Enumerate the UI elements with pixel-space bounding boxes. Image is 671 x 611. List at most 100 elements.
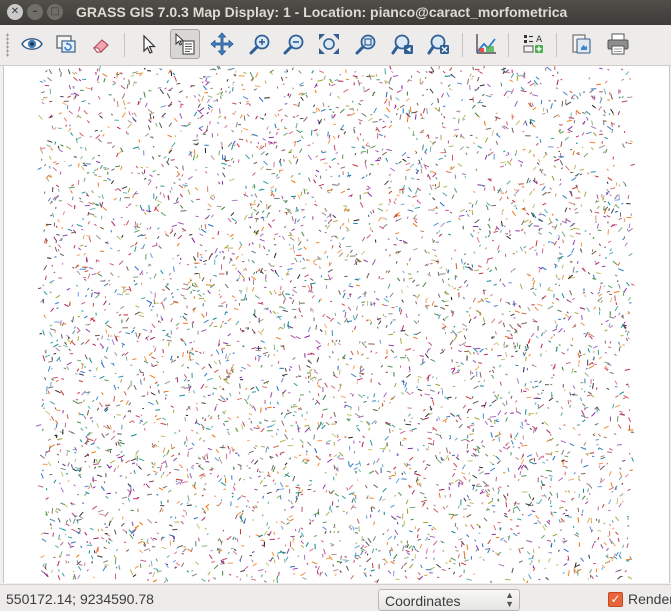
- stream-segment: [486, 280, 492, 282]
- stream-segment: [264, 113, 267, 116]
- stream-segment: [525, 419, 527, 423]
- stream-segment: [373, 107, 378, 114]
- stream-segment: [180, 210, 187, 212]
- stream-segment: [408, 277, 413, 280]
- close-icon: ✕: [10, 6, 20, 17]
- stream-segment: [322, 102, 325, 107]
- overlay-button[interactable]: A: [518, 29, 548, 59]
- stream-segment: [605, 192, 609, 196]
- stream-segment: [82, 217, 84, 221]
- stream-segment: [531, 504, 534, 506]
- stream-segment: [331, 157, 336, 162]
- toolbar-grip[interactable]: [6, 33, 9, 57]
- analyze-button[interactable]: [471, 29, 501, 59]
- stream-segment: [414, 150, 417, 153]
- stream-segment: [198, 93, 201, 97]
- zoom-menu-button[interactable]: [388, 29, 418, 59]
- stream-segment: [60, 72, 62, 77]
- stream-segment: [542, 202, 547, 206]
- stream-segment: [607, 201, 611, 206]
- stream-segment: [429, 88, 434, 94]
- minimize-window-button[interactable]: –: [27, 4, 43, 20]
- stream-segment: [262, 495, 264, 499]
- stream-segment: [301, 231, 305, 237]
- maximize-window-button[interactable]: □: [47, 4, 63, 20]
- zoom-in-button[interactable]: [245, 29, 275, 59]
- erase-display-button[interactable]: [86, 29, 116, 59]
- stream-segment: [201, 402, 206, 404]
- stream-segment: [385, 324, 388, 328]
- stream-segment: [187, 451, 189, 457]
- stream-segment: [198, 456, 200, 460]
- stream-segment: [425, 70, 428, 74]
- stream-segment: [78, 79, 82, 82]
- stream-segment: [102, 206, 108, 211]
- stream-segment: [598, 307, 601, 312]
- zoom-back-button[interactable]: [351, 29, 381, 59]
- stream-segment: [422, 282, 427, 288]
- stream-segment: [320, 275, 323, 278]
- stream-segment: [378, 320, 382, 325]
- stream-segment: [277, 113, 280, 117]
- stream-segment: [448, 145, 454, 148]
- stream-segment: [265, 152, 269, 156]
- stream-segment: [594, 406, 598, 410]
- render-map-button[interactable]: [51, 29, 81, 59]
- stream-segment: [179, 204, 184, 209]
- stream-segment: [588, 332, 590, 338]
- zoom-extent-button[interactable]: [314, 29, 344, 59]
- stream-segment: [531, 560, 533, 563]
- stream-segment: [284, 429, 287, 433]
- stream-segment: [248, 102, 252, 107]
- stream-segment: [384, 101, 387, 104]
- stream-segment: [258, 356, 260, 362]
- stream-segment: [134, 221, 137, 226]
- stream-segment: [300, 84, 304, 87]
- display-map-button[interactable]: [17, 29, 47, 59]
- zoom-out-button[interactable]: [279, 29, 309, 59]
- zoom-region-button[interactable]: [424, 29, 454, 59]
- stream-segment: [620, 202, 624, 205]
- stream-segment: [201, 81, 204, 84]
- query-button[interactable]: [170, 29, 200, 59]
- stream-segment: [615, 531, 619, 535]
- stream-segment: [306, 365, 311, 369]
- stream-segment: [297, 194, 301, 200]
- stream-segment: [216, 72, 218, 75]
- stream-segment: [585, 416, 589, 419]
- print-button[interactable]: [603, 29, 633, 59]
- close-window-button[interactable]: ✕: [7, 4, 23, 20]
- stream-segment: [161, 546, 167, 550]
- stream-segment: [217, 173, 219, 176]
- stream-segment: [147, 538, 149, 542]
- stream-segment: [532, 565, 535, 569]
- stream-segment: [248, 277, 251, 281]
- stream-segment: [325, 489, 328, 493]
- stream-segment: [107, 448, 113, 451]
- stream-segment: [532, 291, 537, 297]
- stream-segment: [554, 283, 557, 286]
- title-bar[interactable]: ✕ – □ GRASS GIS 7.0.3 Map Display: 1 - L…: [0, 0, 671, 25]
- stream-segment: [567, 555, 570, 560]
- save-display-button[interactable]: [566, 29, 596, 59]
- stream-segment: [134, 225, 141, 228]
- stream-segment: [97, 273, 103, 277]
- stream-segment: [89, 541, 92, 545]
- stream-segment: [148, 179, 151, 181]
- stream-segment: [317, 462, 320, 467]
- stream-segment: [424, 393, 431, 396]
- pointer-button[interactable]: [134, 29, 164, 59]
- stream-segment: [543, 421, 549, 426]
- stream-segment: [402, 545, 405, 552]
- stream-segment: [62, 234, 68, 237]
- stream-segment: [371, 259, 376, 266]
- stream-segment: [589, 335, 593, 340]
- pan-button[interactable]: [207, 29, 237, 59]
- stream-segment: [495, 112, 498, 115]
- stream-segment: [77, 264, 80, 267]
- stream-segment: [522, 367, 525, 373]
- map-canvas[interactable]: [3, 66, 670, 583]
- stream-segment: [574, 227, 580, 230]
- stream-segment: [108, 283, 111, 286]
- stream-segment: [423, 477, 426, 480]
